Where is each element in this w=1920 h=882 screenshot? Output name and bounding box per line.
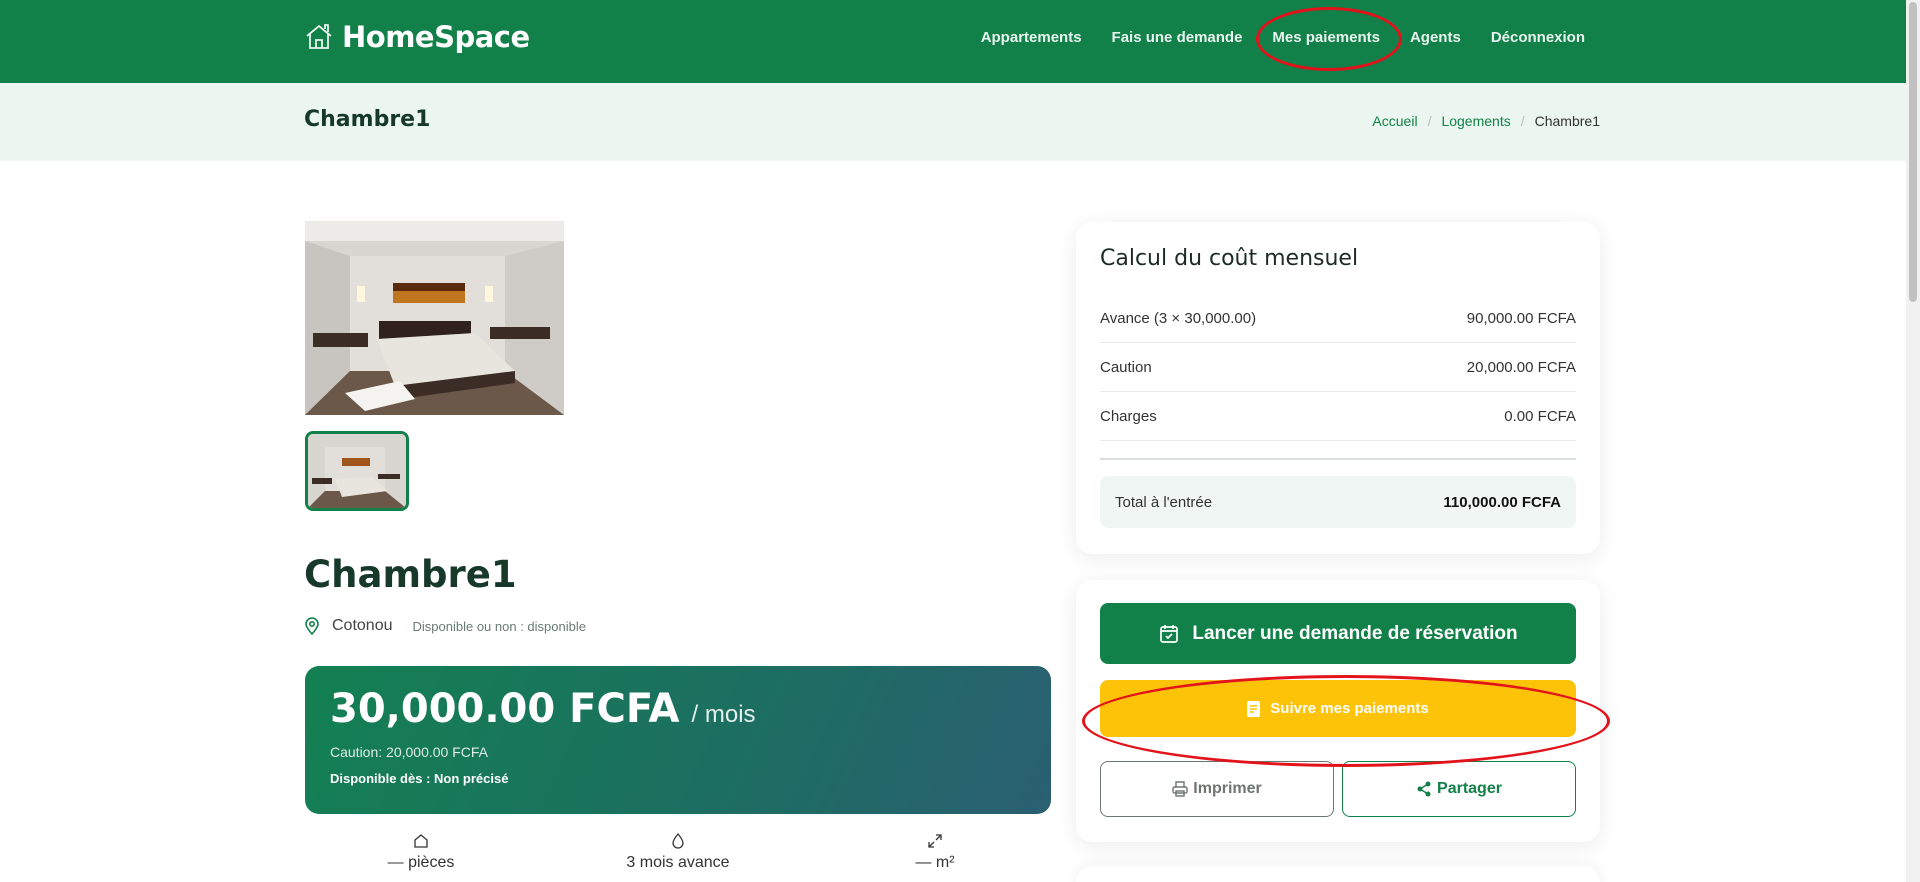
cost-card-title: Calcul du coût mensuel <box>1100 246 1359 271</box>
nav-link-appartements[interactable]: Appartements <box>966 29 1097 46</box>
feature-advance: 3 mois avance <box>608 832 748 872</box>
breadcrumb-current: Chambre1 <box>1534 113 1600 129</box>
cost-row-label: Caution <box>1100 358 1152 376</box>
brand-name: HomeSpace <box>342 20 530 54</box>
printer-icon <box>1172 781 1188 797</box>
receipt-icon <box>1247 700 1261 717</box>
listing-city: Cotonou <box>332 617 393 634</box>
brand-logo[interactable]: HomeSpace <box>304 20 530 54</box>
track-payments-label: Suivre mes paiements <box>1270 700 1429 717</box>
bedroom-photo <box>305 221 564 415</box>
scrollbar-thumb[interactable] <box>1909 2 1917 302</box>
calendar-check-icon <box>1160 624 1179 643</box>
house-icon <box>306 24 332 49</box>
nav-link-mes-paiements[interactable]: Mes paiements <box>1257 29 1395 46</box>
reserve-button[interactable]: Lancer une demande de réservation <box>1100 603 1576 664</box>
expand-icon <box>928 834 942 848</box>
breadcrumb-separator: / <box>1427 113 1432 129</box>
price-available-from: Disponible dès : Non précisé <box>330 771 509 786</box>
price-amount: 30,000.00 FCFA <box>330 686 680 732</box>
cost-total-value: 110,000.00 FCFA <box>1443 493 1561 511</box>
feature-area: — m² <box>865 832 1005 872</box>
price-card: 30,000.00 FCFA / mois Caution: 20,000.00… <box>305 666 1051 814</box>
droplet-icon <box>672 832 684 849</box>
breadcrumb-accueil[interactable]: Accueil <box>1372 113 1417 129</box>
breadcrumb-logements[interactable]: Logements <box>1441 113 1510 129</box>
share-icon <box>1417 781 1431 797</box>
price-period: / mois <box>691 701 756 728</box>
cost-row-charges: Charges 0.00 FCFA <box>1100 392 1576 441</box>
breadcrumb-separator: / <box>1520 113 1525 129</box>
room-thumbnail[interactable] <box>305 431 409 511</box>
page-header: Chambre1 Accueil / Logements / Chambre1 <box>0 83 1906 161</box>
cost-row-avance: Avance (3 × 30,000.00) 90,000.00 FCFA <box>1100 294 1576 343</box>
listing-availability: Disponible ou non : disponible <box>412 618 586 634</box>
cost-row-value: 20,000.00 FCFA <box>1466 358 1576 376</box>
map-pin-icon <box>305 617 319 635</box>
location-row: Cotonou Disponible ou non : disponible <box>304 617 586 635</box>
nav-link-fais-une-demande[interactable]: Fais une demande <box>1097 29 1258 46</box>
nav-menu: Appartements Fais une demande Mes paieme… <box>966 0 1600 75</box>
room-main-image[interactable] <box>305 221 564 415</box>
nav-link-deconnexion[interactable]: Déconnexion <box>1476 29 1600 46</box>
listing-title: Chambre1 <box>304 553 517 596</box>
cost-row-caution: Caution 20,000.00 FCFA <box>1100 343 1576 392</box>
price-caution: Caution: 20,000.00 FCFA <box>330 744 488 760</box>
cost-total: Total à l'entrée 110,000.00 FCFA <box>1100 476 1576 528</box>
print-button[interactable]: Imprimer <box>1100 761 1334 817</box>
page-title: Chambre1 <box>304 107 431 132</box>
next-card-edge <box>1076 866 1600 882</box>
cost-row-value: 90,000.00 FCFA <box>1466 309 1576 327</box>
track-payments-button[interactable]: Suivre mes paiements <box>1100 680 1576 737</box>
share-button-label: Partager <box>1437 780 1502 797</box>
breadcrumb: Accueil / Logements / Chambre1 <box>1372 113 1600 129</box>
bedroom-thumbnail-photo <box>308 434 406 508</box>
reserve-button-label: Lancer une demande de réservation <box>1192 622 1518 644</box>
share-button[interactable]: Partager <box>1342 761 1576 817</box>
price-line: 30,000.00 FCFA / mois <box>330 686 756 732</box>
feature-advance-label: 3 mois avance <box>626 854 730 871</box>
cost-row-label: Charges <box>1100 407 1157 425</box>
feature-area-label: — m² <box>915 854 955 871</box>
nav-link-agents[interactable]: Agents <box>1395 29 1476 46</box>
print-button-label: Imprimer <box>1193 780 1262 797</box>
total-divider <box>1100 458 1576 460</box>
feature-rooms-label: — pièces <box>387 854 455 871</box>
feature-rooms: — pièces <box>351 832 491 872</box>
cost-row-value: 0.00 FCFA <box>1504 407 1576 425</box>
navbar: HomeSpace Appartements Fais une demande … <box>0 0 1906 83</box>
action-card: Lancer une demande de réservation Suivre… <box>1076 580 1600 842</box>
home-icon <box>414 834 428 848</box>
cost-row-label: Avance (3 × 30,000.00) <box>1100 309 1257 327</box>
cost-total-label: Total à l'entrée <box>1115 493 1213 511</box>
